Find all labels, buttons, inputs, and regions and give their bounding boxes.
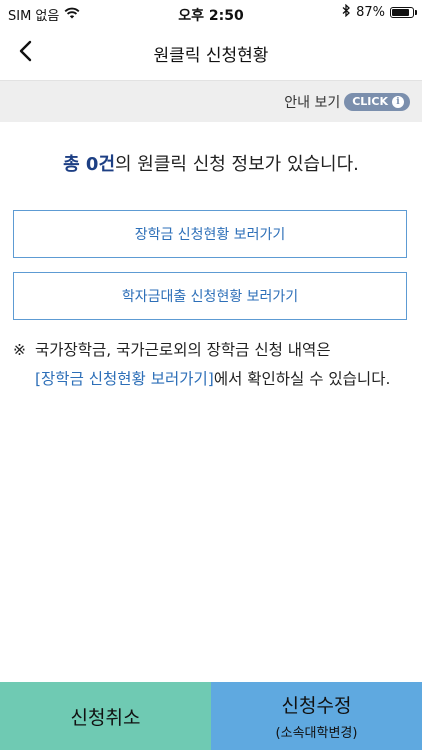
notice-body: 국가장학금, 국가근로외의 장학금 신청 내역은 [장학금 신청현황 보러가기]… bbox=[35, 336, 390, 394]
chevron-left-icon bbox=[18, 40, 32, 66]
cancel-application-button[interactable]: 신청취소 bbox=[0, 682, 211, 750]
battery-percent: 87% bbox=[356, 5, 385, 20]
loan-status-label: 학자금대출 신청현황 보러가기 bbox=[121, 289, 299, 305]
modify-sublabel: (소속대학변경) bbox=[275, 726, 358, 741]
notice: ※ 국가장학금, 국가근로외의 장학금 신청 내역은 [장학금 신청현황 보러가… bbox=[13, 336, 393, 394]
modify-label: 신청수정 bbox=[281, 695, 352, 717]
page-title: 원클릭 신청현황 bbox=[153, 45, 269, 66]
battery-icon bbox=[390, 7, 417, 18]
summary-text: 총 0건의 원클릭 신청 정보가 있습니다. bbox=[0, 150, 422, 176]
guide-click-button[interactable]: CLICK i bbox=[344, 92, 410, 111]
guide-bar: 안내 보기 CLICK i bbox=[0, 80, 422, 122]
summary-count: 총 0건 bbox=[63, 154, 116, 175]
status-bar: SIM 없음 오후 2:50 87% bbox=[0, 0, 422, 26]
header: 원클릭 신청현황 bbox=[0, 26, 422, 80]
battery-fill bbox=[392, 9, 409, 16]
back-button[interactable] bbox=[10, 38, 40, 68]
guide-label: 안내 보기 bbox=[284, 94, 341, 111]
loan-status-button[interactable]: 학자금대출 신청현황 보러가기 bbox=[13, 272, 407, 320]
scholarship-status-button[interactable]: 장학금 신청현황 보러가기 bbox=[13, 210, 407, 258]
bottom-bar: 신청취소 신청수정 (소속대학변경) bbox=[0, 682, 422, 750]
notice-mark: ※ bbox=[13, 341, 26, 359]
status-right: 87% bbox=[342, 3, 417, 21]
notice-text-before: 국가장학금, 국가근로외의 장학금 신청 내역은 bbox=[35, 341, 331, 359]
summary-rest: 의 원클릭 신청 정보가 있습니다. bbox=[115, 154, 359, 175]
click-label: CLICK bbox=[352, 95, 388, 108]
notice-text-after: 에서 확인하실 수 있습니다. bbox=[213, 370, 391, 388]
info-icon: i bbox=[392, 95, 404, 108]
scholarship-status-label: 장학금 신청현황 보러가기 bbox=[134, 227, 286, 243]
notice-link: [장학금 신청현황 보러가기] bbox=[35, 370, 214, 388]
cancel-label: 신청취소 bbox=[70, 706, 141, 729]
bluetooth-icon bbox=[342, 3, 351, 21]
modify-application-button[interactable]: 신청수정 (소속대학변경) bbox=[211, 682, 422, 750]
